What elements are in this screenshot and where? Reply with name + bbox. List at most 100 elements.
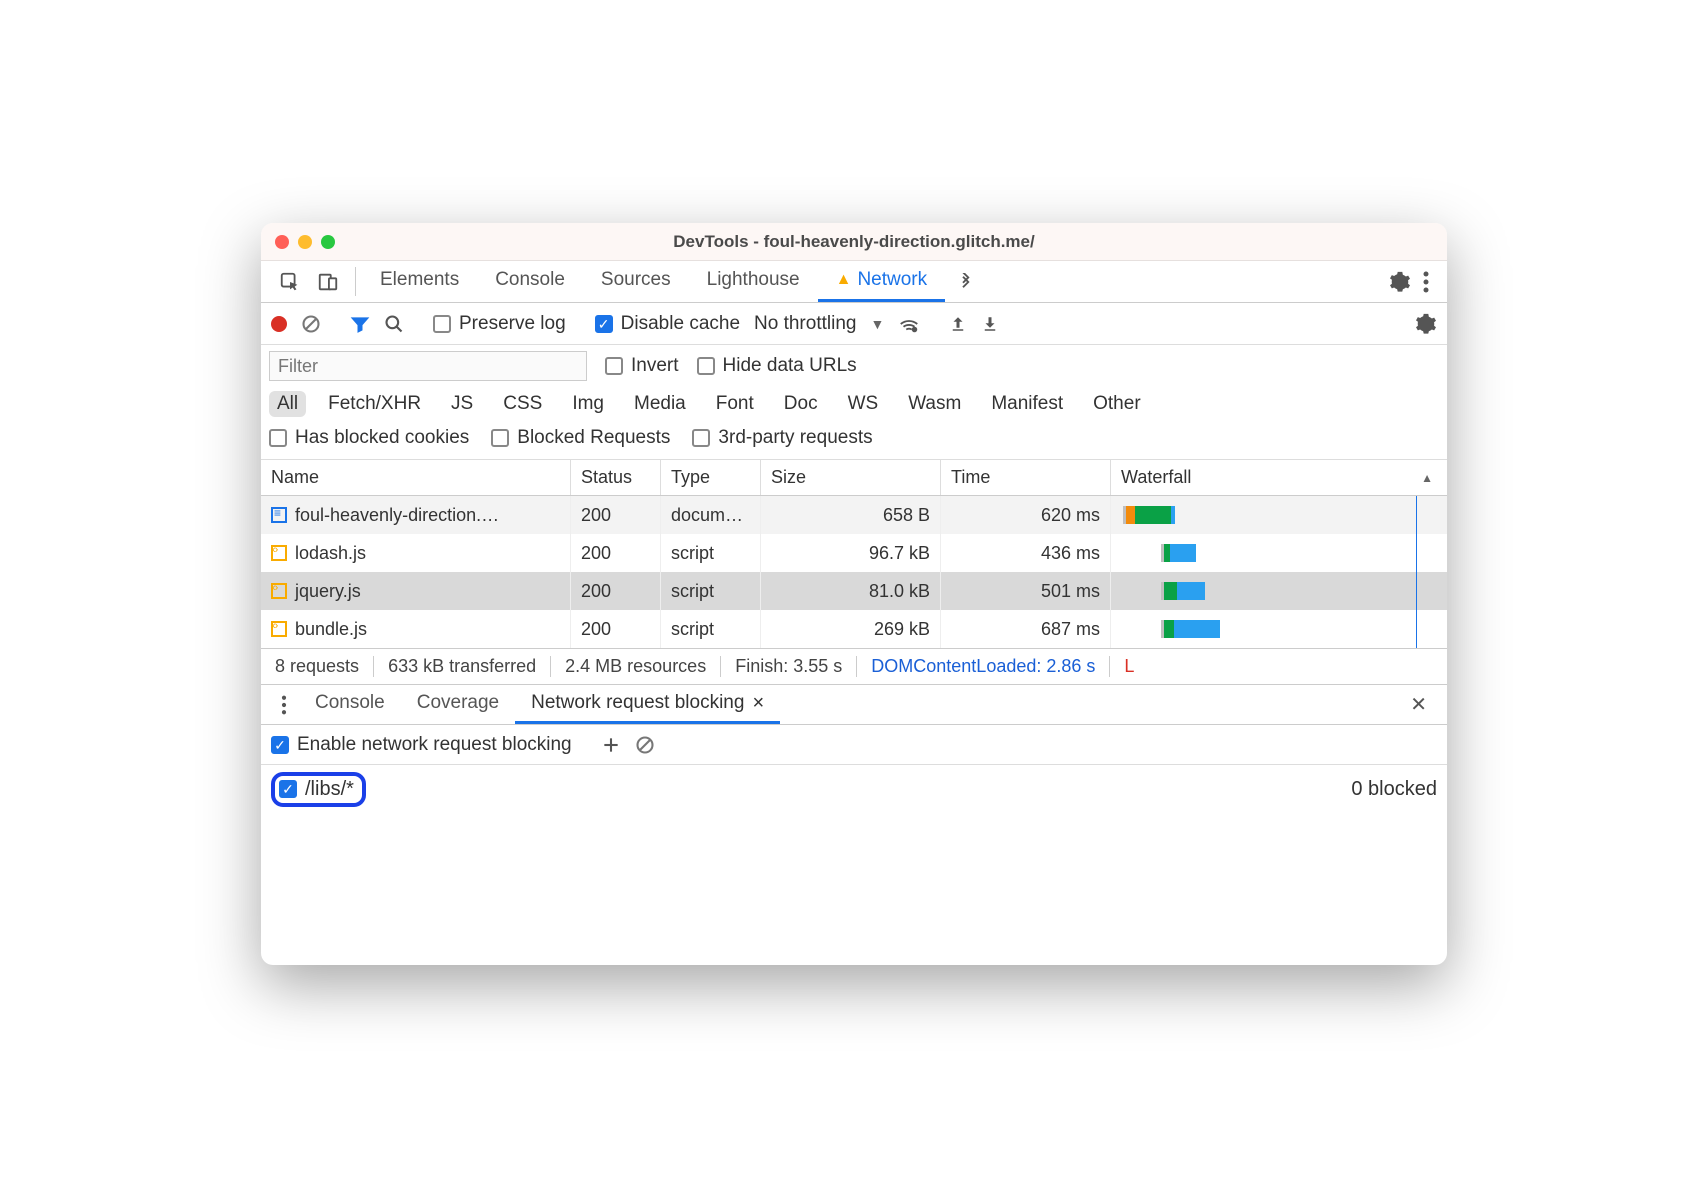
has-blocked-cookies-option[interactable]: Has blocked cookies [269,427,469,449]
column-header-name[interactable]: Name [261,460,571,495]
cell-type: script [661,610,761,648]
cell-size: 96.7 kB [761,534,941,572]
request-name: bundle.js [295,619,367,640]
network-settings-icon[interactable] [1415,313,1437,335]
column-header-size[interactable]: Size [761,460,941,495]
disable-cache-label: Disable cache [621,313,740,335]
tab-network[interactable]: ▲Network [818,261,946,302]
add-pattern-icon[interactable] [601,735,621,755]
filter-icon[interactable] [350,314,370,334]
blocked-count: 0 blocked [1351,778,1437,801]
throttling-label: No throttling [754,313,856,335]
network-conditions-icon[interactable] [898,313,920,335]
blocking-pattern-row[interactable]: /libs/* 0 blocked [261,765,1447,813]
cell-type: script [661,534,761,572]
settings-icon[interactable] [1389,271,1411,293]
disable-cache-checkbox[interactable] [595,315,613,333]
pattern-text: /libs/* [305,778,354,801]
filter-placeholder: Filter [278,356,318,377]
enable-blocking-option[interactable]: Enable network request blocking [271,734,572,756]
type-pill-media[interactable]: Media [626,391,694,417]
invert-label: Invert [631,355,679,377]
table-row[interactable]: bundle.js200script269 kB687 ms [261,610,1447,648]
type-pill-js[interactable]: JS [443,391,481,417]
download-har-icon[interactable] [981,314,999,334]
drawer-tab-console[interactable]: Console [299,685,401,724]
tab-label: Sources [601,269,671,291]
type-pill-doc[interactable]: Doc [776,391,826,417]
cell-time: 436 ms [941,534,1111,572]
record-button[interactable] [271,316,287,332]
drawer-tab-network-request-blocking[interactable]: Network request blocking × [515,685,780,724]
type-filter-pills: All Fetch/XHR JS CSS Img Media Font Doc WS Wasm Ma… [269,391,1439,417]
disable-cache-option[interactable]: Disable cache [595,313,740,335]
drawer-tab-coverage[interactable]: Coverage [401,685,515,724]
column-header-waterfall[interactable]: Waterfall [1111,460,1447,495]
search-icon[interactable] [384,314,404,334]
type-pill-img[interactable]: Img [564,391,612,417]
tab-sources[interactable]: Sources [583,261,689,302]
column-header-status[interactable]: Status [571,460,661,495]
third-party-checkbox[interactable] [692,429,710,447]
tab-label: Lighthouse [707,269,800,291]
kebab-menu-icon[interactable] [1423,271,1429,293]
preserve-log-checkbox[interactable] [433,315,451,333]
inspect-element-icon[interactable] [279,271,301,293]
invert-checkbox[interactable] [605,357,623,375]
type-pill-wasm[interactable]: Wasm [900,391,969,417]
has-blocked-cookies-label: Has blocked cookies [295,427,469,449]
table-row[interactable]: jquery.js200script81.0 kB501 ms [261,572,1447,610]
main-tabs: Elements Console Sources Lighthouse ▲Network [261,261,1447,303]
remove-all-patterns-icon[interactable] [635,735,655,755]
type-pill-font[interactable]: Font [708,391,762,417]
status-bar: 8 requests 633 kB transferred 2.4 MB res… [261,649,1447,685]
table-row[interactable]: foul-heavenly-direction.…200docum…658 B6… [261,496,1447,534]
close-drawer-icon[interactable]: ✕ [1398,685,1439,724]
hide-data-urls-option[interactable]: Hide data URLs [697,355,857,377]
blocked-requests-checkbox[interactable] [491,429,509,447]
pattern-highlight: /libs/* [271,772,366,807]
drawer-kebab-icon[interactable] [269,685,299,724]
type-pill-fetch-xhr[interactable]: Fetch/XHR [320,391,429,417]
type-pill-all[interactable]: All [269,391,306,417]
table-row[interactable]: lodash.js200script96.7 kB436 ms [261,534,1447,572]
waterfall-cell [1111,496,1447,534]
third-party-option[interactable]: 3rd-party requests [692,427,872,449]
drawer-tab-label: Network request blocking [531,692,744,714]
script-file-icon [271,583,287,599]
invert-option[interactable]: Invert [605,355,679,377]
waterfall-cell [1111,572,1447,610]
document-file-icon [271,507,287,523]
chevron-down-icon: ▼ [870,316,884,332]
tab-lighthouse[interactable]: Lighthouse [689,261,818,302]
request-name: lodash.js [295,543,366,564]
pattern-checkbox[interactable] [279,780,297,798]
type-pill-css[interactable]: CSS [495,391,550,417]
throttling-select[interactable]: No throttling ▼ [754,313,884,335]
column-header-type[interactable]: Type [661,460,761,495]
upload-har-icon[interactable] [949,314,967,334]
hide-data-urls-checkbox[interactable] [697,357,715,375]
has-blocked-cookies-checkbox[interactable] [269,429,287,447]
type-pill-ws[interactable]: WS [840,391,887,417]
type-pill-other[interactable]: Other [1085,391,1149,417]
tab-elements[interactable]: Elements [362,261,477,302]
close-tab-icon[interactable]: × [752,692,764,715]
type-pill-manifest[interactable]: Manifest [983,391,1071,417]
more-tabs-button[interactable] [945,261,987,302]
enable-blocking-checkbox[interactable] [271,736,289,754]
table-header: NameStatusTypeSizeTimeWaterfall [261,460,1447,496]
tab-console[interactable]: Console [477,261,583,302]
filter-bar: Filter Invert Hide data URLs All Fetch/XH… [261,345,1447,460]
device-toggle-icon[interactable] [317,271,339,293]
clear-icon[interactable] [301,314,321,334]
devtools-window: DevTools - foul-heavenly-direction.glitc… [261,223,1447,965]
hide-data-urls-label: Hide data URLs [723,355,857,377]
blocked-requests-option[interactable]: Blocked Requests [491,427,670,449]
column-header-time[interactable]: Time [941,460,1111,495]
window-title: DevTools - foul-heavenly-direction.glitc… [261,232,1447,252]
filter-input[interactable]: Filter [269,351,587,381]
cell-time: 501 ms [941,572,1111,610]
preserve-log-option[interactable]: Preserve log [433,313,566,335]
tab-label: Elements [380,269,459,291]
